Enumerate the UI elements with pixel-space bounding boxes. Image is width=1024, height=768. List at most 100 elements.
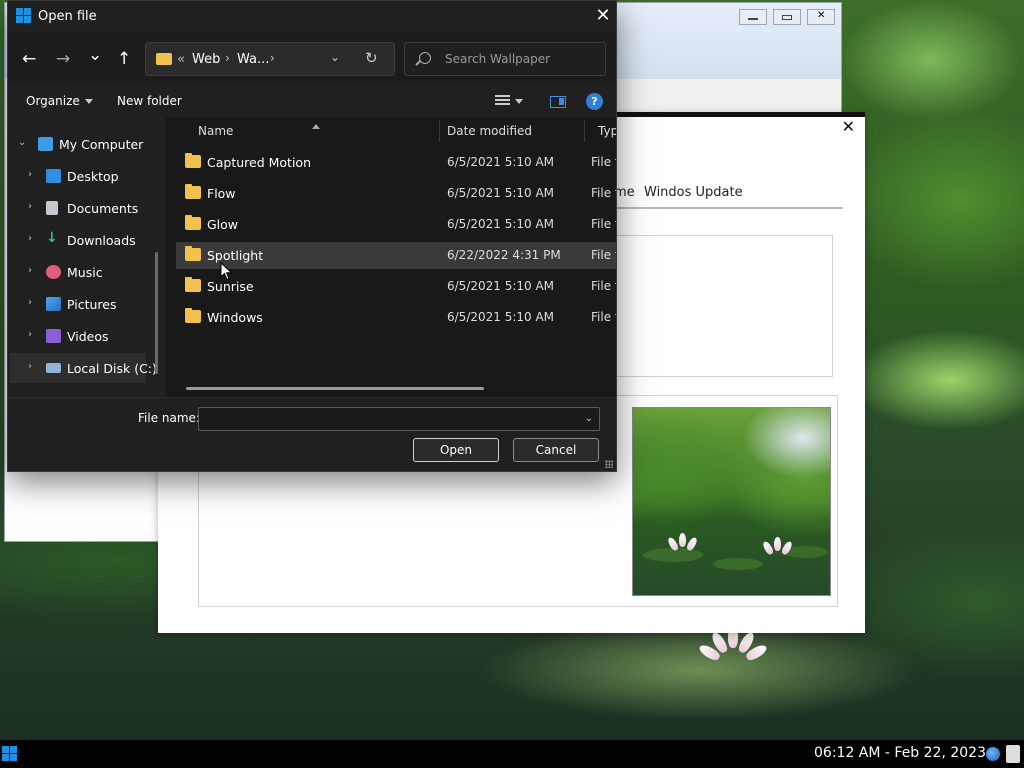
- search-input[interactable]: [445, 50, 595, 68]
- address-bar[interactable]: « Web › Wa... › ⌄ ↻: [145, 42, 395, 76]
- resize-grip-icon[interactable]: [605, 460, 613, 468]
- tree-item-downloads[interactable]: › ↓ Downloads: [8, 225, 158, 255]
- file-name-input[interactable]: [203, 411, 573, 427]
- cancel-button[interactable]: Cancel: [513, 438, 599, 462]
- file-row-spotlight[interactable]: Spotlight 6/22/2022 4:31 PM File fo: [176, 242, 616, 269]
- column-header-name[interactable]: Name: [166, 117, 441, 145]
- music-icon: [46, 265, 61, 279]
- breadcrumb-separator: ›: [225, 51, 230, 65]
- wallpaper-preview-image: [632, 407, 831, 596]
- open-button[interactable]: Open: [413, 438, 499, 462]
- dialog-close-button[interactable]: ✕: [594, 6, 612, 26]
- tree-label: Local Disk (C:): [67, 361, 157, 376]
- preview-pane-icon[interactable]: [550, 96, 566, 108]
- computer-icon: [38, 137, 53, 151]
- pictures-icon: [46, 297, 61, 311]
- tree-label: Downloads: [67, 233, 136, 248]
- breadcrumb-overflow[interactable]: «: [177, 52, 185, 67]
- collapse-arrow-icon[interactable]: ›: [28, 329, 32, 340]
- back-button[interactable]: ←: [22, 49, 36, 69]
- start-button[interactable]: [2, 746, 18, 762]
- help-icon[interactable]: ?: [586, 93, 603, 110]
- file-row-sunrise[interactable]: Sunrise 6/5/2021 5:10 AM File fo: [181, 273, 616, 300]
- collapse-arrow-icon[interactable]: ›: [28, 233, 32, 244]
- column-header-type[interactable]: Type: [585, 117, 616, 145]
- navigation-pane: ⌄ My Computer › Desktop › Documents › ↓ …: [8, 117, 166, 397]
- search-box[interactable]: [404, 42, 606, 76]
- file-date: 6/5/2021 5:10 AM: [447, 217, 555, 231]
- taskbar-clock[interactable]: 06:12 AM - Feb 22, 2023: [814, 745, 986, 761]
- collapse-arrow-icon[interactable]: ›: [28, 169, 32, 180]
- folder-icon: [185, 153, 201, 168]
- collapse-arrow-icon[interactable]: ›: [28, 201, 32, 212]
- desktop-icon: [46, 169, 61, 183]
- file-row-glow[interactable]: Glow 6/5/2021 5:10 AM File fo: [181, 211, 616, 238]
- user-tray-icon[interactable]: [1006, 745, 1020, 763]
- settings-tab-bar: ramme Windos Update: [588, 181, 843, 209]
- maximize-button[interactable]: [773, 9, 801, 25]
- dialog-footer: File name: ⌄ Open Cancel: [8, 397, 616, 471]
- folder-icon: [156, 53, 172, 65]
- tree-item-documents[interactable]: › Documents: [8, 193, 158, 223]
- collapse-arrow-icon[interactable]: ›: [28, 297, 32, 308]
- file-list-horizontal-scrollbar[interactable]: [186, 387, 484, 390]
- folder-icon: [185, 277, 201, 292]
- drive-icon: [46, 363, 61, 373]
- chevron-down-icon[interactable]: ⌄: [585, 413, 593, 424]
- breadcrumb-wallpaper[interactable]: Wa...: [237, 52, 269, 67]
- new-folder-button[interactable]: New folder: [117, 94, 182, 108]
- settings-close-icon[interactable]: ✕: [842, 117, 855, 136]
- view-options-icon[interactable]: [495, 95, 510, 108]
- view-dropdown-icon[interactable]: [515, 99, 523, 104]
- organize-button[interactable]: Organize: [26, 94, 93, 108]
- minimize-button[interactable]: [739, 9, 767, 25]
- tab-windows-update[interactable]: Windos Update: [644, 185, 743, 200]
- collapse-arrow-icon[interactable]: ›: [28, 361, 32, 372]
- up-button[interactable]: ↑: [117, 49, 131, 69]
- folder-icon: [185, 308, 201, 323]
- file-name-combobox[interactable]: ⌄: [198, 407, 600, 431]
- downloads-icon: ↓: [46, 230, 58, 246]
- column-header-date-label: Date modified: [447, 124, 533, 138]
- tree-label: Videos: [67, 329, 109, 344]
- file-row-windows[interactable]: Windows 6/5/2021 5:10 AM File fo: [181, 304, 616, 331]
- file-type: File fo: [591, 155, 616, 169]
- file-name: Flow: [207, 186, 236, 201]
- tree-label: Desktop: [67, 169, 119, 184]
- file-date: 6/5/2021 5:10 AM: [447, 155, 555, 169]
- breadcrumb-web[interactable]: Web: [192, 52, 220, 67]
- file-date: 6/5/2021 5:10 AM: [447, 310, 555, 324]
- file-date: 6/5/2021 5:10 AM: [447, 186, 555, 200]
- file-date: 6/22/2022 4:31 PM: [447, 248, 561, 262]
- documents-icon: [46, 201, 58, 215]
- close-button[interactable]: ✕: [807, 9, 835, 25]
- breadcrumb-separator[interactable]: ›: [270, 51, 275, 65]
- recent-locations-button[interactable]: ⌄: [88, 45, 102, 65]
- tree-item-my-computer[interactable]: ⌄ My Computer: [8, 129, 158, 159]
- file-type: File fo: [591, 279, 616, 293]
- tree-label: Music: [67, 265, 103, 280]
- tree-item-pictures[interactable]: › Pictures: [8, 289, 158, 319]
- search-icon: [419, 52, 431, 64]
- dialog-title: Open file: [38, 9, 97, 24]
- column-header-date[interactable]: Date modified: [440, 117, 585, 145]
- network-globe-icon[interactable]: [986, 747, 1000, 761]
- taskbar: 06:12 AM - Feb 22, 2023: [0, 740, 1024, 768]
- forward-button[interactable]: →: [56, 49, 70, 69]
- file-name: Windows: [207, 310, 263, 325]
- file-row-captured-motion[interactable]: Captured Motion 6/5/2021 5:10 AM File fo: [181, 149, 616, 176]
- navigation-bar: ← → ⌄ ↑ « Web › Wa... › ⌄ ↻: [8, 33, 616, 85]
- collapse-arrow-icon[interactable]: ›: [28, 265, 32, 276]
- column-header-name-label: Name: [198, 124, 234, 138]
- refresh-icon[interactable]: ↻: [365, 49, 378, 67]
- navigation-pane-scrollbar[interactable]: [155, 252, 158, 374]
- tree-item-local-disk[interactable]: › Local Disk (C:): [10, 353, 157, 383]
- tree-item-desktop[interactable]: › Desktop: [8, 161, 158, 191]
- sort-ascending-icon: [312, 124, 320, 129]
- address-dropdown-icon[interactable]: ⌄: [330, 50, 340, 64]
- file-row-flow[interactable]: Flow 6/5/2021 5:10 AM File fo: [181, 180, 616, 207]
- tree-item-music[interactable]: › Music: [8, 257, 158, 287]
- expand-arrow-icon[interactable]: ⌄: [18, 137, 26, 148]
- tree-item-videos[interactable]: › Videos: [8, 321, 158, 351]
- tree-label: Documents: [67, 201, 139, 216]
